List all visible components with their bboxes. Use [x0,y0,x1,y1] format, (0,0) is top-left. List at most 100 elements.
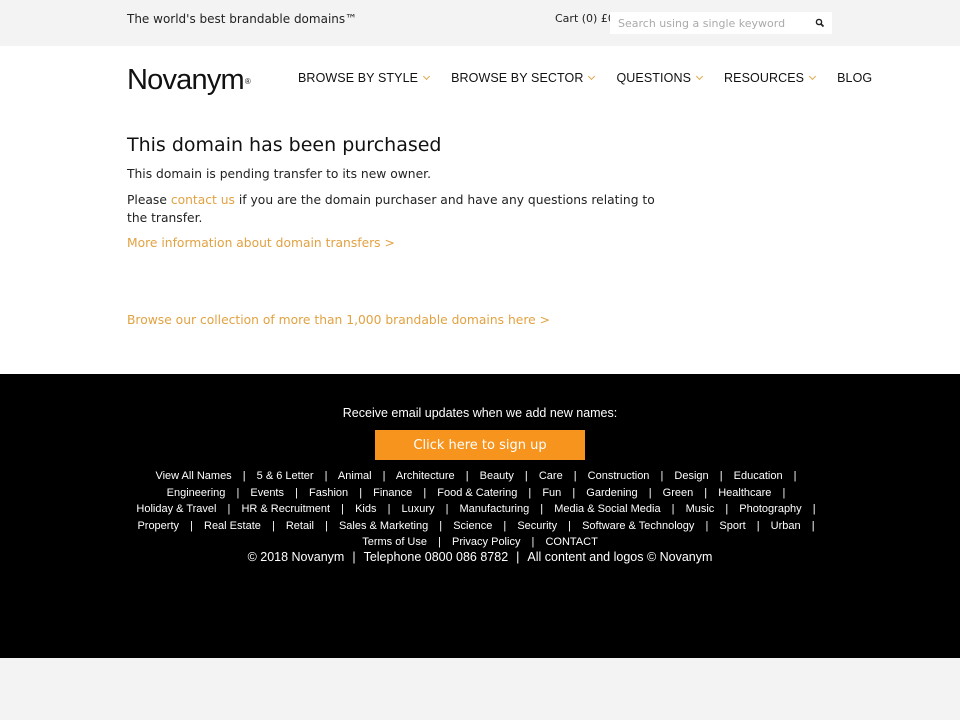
footer-link[interactable]: Terms of Use [362,536,427,548]
link-separator: | [660,470,664,482]
link-separator: | [725,503,729,515]
link-separator: | [568,519,572,532]
logo-text: Novanym [127,64,245,96]
footer-link[interactable]: Media & Social Media [554,503,660,515]
footer-link[interactable]: 5 & 6 Letter [257,470,314,482]
footer-link[interactable]: Care [539,470,563,482]
footer-link[interactable]: CONTACT [545,536,597,548]
contact-paragraph: Please contact us if you are the domain … [127,191,667,227]
footer-link[interactable]: Manufacturing [460,503,530,515]
footer-link[interactable]: Privacy Policy [452,536,520,548]
nav-browse-by-style[interactable]: BROWSE BY STYLE [298,71,431,85]
link-separator: | [811,519,815,532]
link-separator: | [719,470,723,482]
link-separator: | [782,486,786,499]
site-footer: Receive email updates when we add new na… [0,374,960,658]
footer-link[interactable]: Architecture [396,470,455,482]
nav-label: BROWSE BY STYLE [298,71,419,85]
footer-link[interactable]: Retail [286,520,314,532]
footer-link[interactable]: Sport [719,520,745,532]
chevron-down-icon [423,72,431,81]
link-separator: | [423,486,427,499]
footer-link[interactable]: Fashion [309,487,348,499]
footer-link[interactable]: Beauty [480,470,514,482]
footer-link[interactable]: Science [453,520,492,532]
footer-link[interactable]: Software & Technology [582,520,694,532]
telephone-text: Telephone 0800 086 8782 [363,550,509,564]
nav-resources[interactable]: RESOURCES [724,71,817,85]
link-separator: | [438,536,441,548]
footer-link[interactable]: Photography [739,503,801,515]
footer-link[interactable]: Events [250,487,284,499]
copyright-line: © 2018 Novanym | Telephone 0800 086 8782 | A… [0,550,960,564]
nav-questions[interactable]: QUESTIONS [616,71,704,85]
footer-link[interactable]: Finance [373,487,412,499]
link-separator: | [528,486,532,499]
footer-link[interactable]: Security [517,520,557,532]
link-separator: | [756,519,760,532]
link-separator: | [648,486,652,499]
footer-link[interactable]: Fun [542,487,561,499]
footer-link[interactable]: View All Names [155,470,231,482]
chevron-down-icon [809,72,817,81]
cart-link[interactable]: Cart (0) £0 [555,12,615,25]
search-box [610,12,832,34]
footer-link[interactable]: Engineering [167,487,226,499]
link-separator: | [227,503,231,515]
more-info-link[interactable]: More information about domain transfers … [127,236,395,250]
footer-link[interactable]: Food & Catering [437,487,517,499]
footer-link[interactable]: Real Estate [204,520,261,532]
link-separator: | [540,503,544,515]
footer-link[interactable]: Sales & Marketing [339,520,428,532]
signup-button[interactable]: Click here to sign up [375,430,585,460]
footer-links: View All Names | 5 & 6 Letter | Animal |… [130,468,830,551]
footer-link[interactable]: Luxury [401,503,434,515]
footer-link[interactable]: Construction [588,470,650,482]
link-separator: | [705,519,709,532]
top-bar: The world's best brandable domains™ Cart… [0,0,960,46]
footer-link[interactable]: Healthcare [718,487,771,499]
link-separator: | [445,503,449,515]
link-separator: | [325,519,328,532]
link-separator: | [572,486,576,499]
magnifier-icon[interactable] [812,15,828,31]
search-input[interactable] [610,12,810,34]
footer-link[interactable]: Gardening [586,487,637,499]
link-separator: | [242,470,246,482]
link-separator: | [295,486,298,499]
link-separator: | [503,519,507,532]
footer-link[interactable]: Design [674,470,708,482]
footer-link[interactable]: HR & Recruitment [241,503,330,515]
nav-label: BLOG [837,71,873,85]
browse-collection-link[interactable]: Browse our collection of more than 1,000… [127,313,550,327]
browse-paragraph: Browse our collection of more than 1,000… [127,311,667,329]
separator: | [516,550,520,564]
please-text: Please [127,193,171,207]
footer-link[interactable]: Urban [771,520,801,532]
nav-label: QUESTIONS [616,71,692,85]
link-separator: | [324,470,328,482]
nav-blog[interactable]: BLOG [837,71,872,85]
tagline: The world's best brandable domains™ [127,12,358,26]
main-nav: BROWSE BY STYLE BROWSE BY SECTOR QUESTIO… [298,71,872,85]
link-separator: | [382,470,386,482]
link-separator: | [704,486,708,499]
footer-link[interactable]: Holiday & Travel [136,503,216,515]
footer-link[interactable]: Kids [355,503,376,515]
footer-link[interactable]: Animal [338,470,372,482]
link-separator: | [271,519,275,532]
separator: | [352,550,356,564]
footer-link[interactable]: Property [137,520,179,532]
footer-link[interactable]: Green [663,487,694,499]
chevron-down-icon [695,72,704,81]
nav-browse-by-sector[interactable]: BROWSE BY SECTOR [451,71,596,85]
rights-text: All content and logos © Novanym [527,550,713,564]
signup-text: Receive email updates when we add new na… [342,406,618,420]
nav-label: RESOURCES [724,71,805,85]
logo[interactable]: Novanym® [127,63,251,97]
footer-link[interactable]: Education [734,470,783,482]
contact-us-link[interactable]: contact us [171,193,235,207]
link-separator: | [341,503,345,515]
link-separator: | [236,486,240,499]
footer-link[interactable]: Music [686,503,715,515]
